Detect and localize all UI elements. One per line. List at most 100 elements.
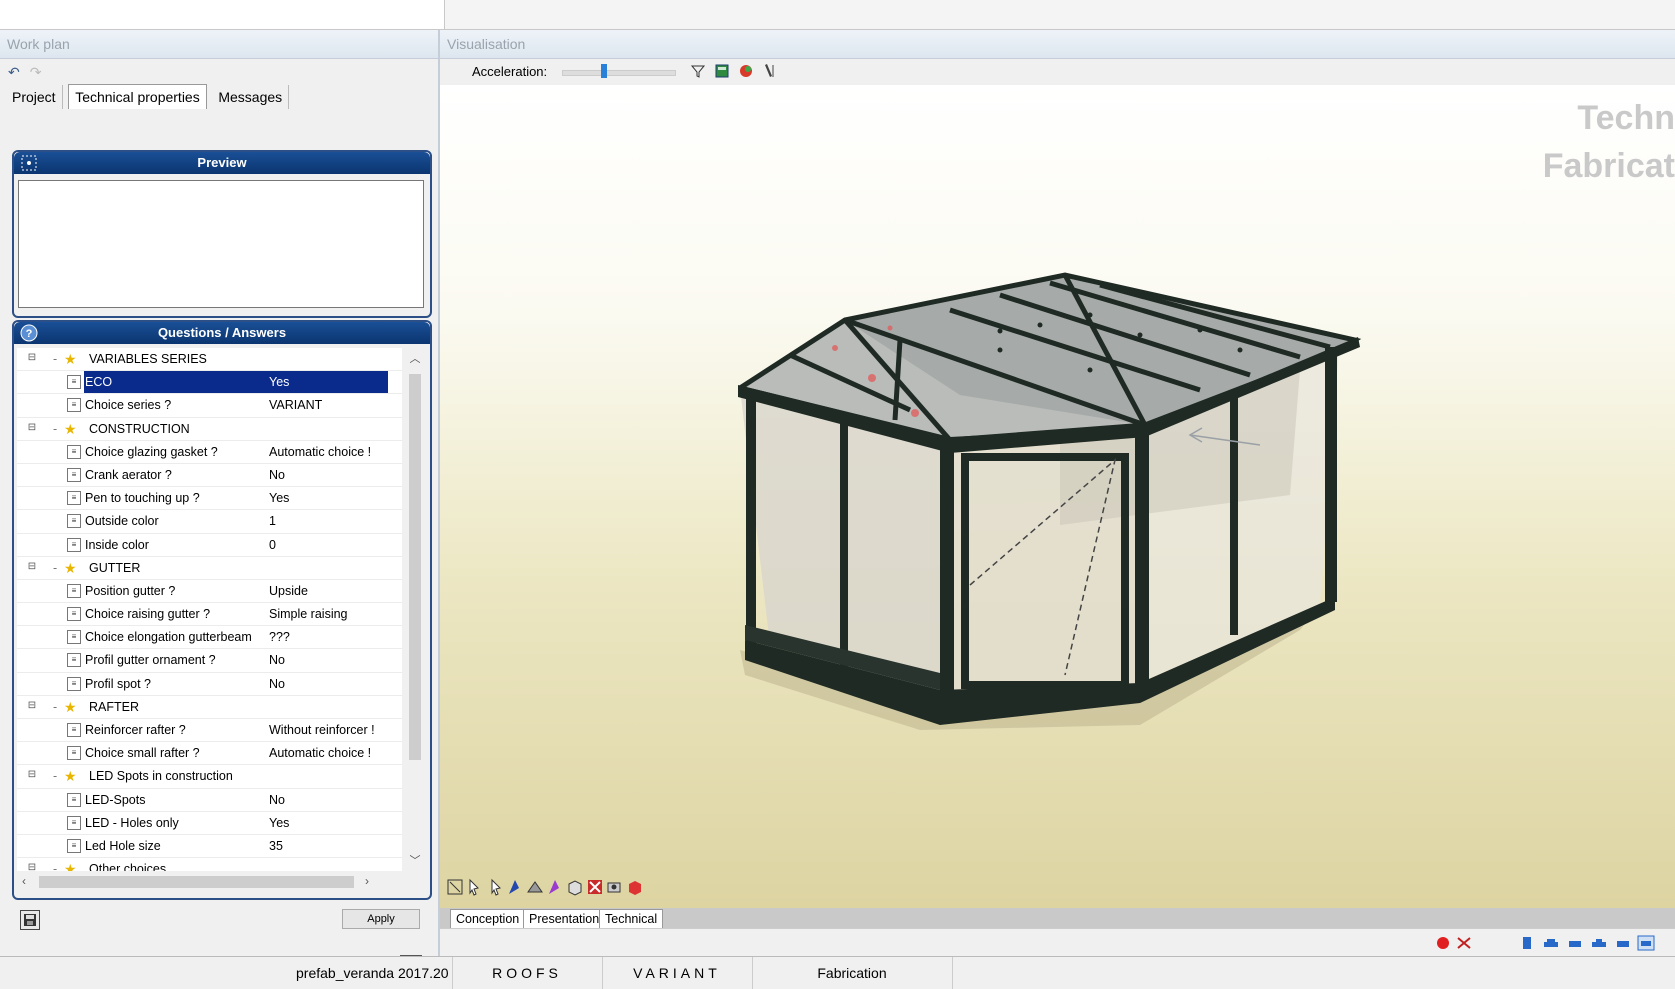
qa-question-row[interactable]: ≡ LED - Holes only Yes: [17, 812, 402, 835]
qa-answer-value[interactable]: VARIANT: [269, 394, 322, 416]
qa-answer-value[interactable]: Yes: [269, 371, 289, 393]
qa-question-row[interactable]: ≡ Choice series ? VARIANT: [17, 394, 402, 418]
measure-icon[interactable]: [762, 63, 778, 79]
preview-title: Preview: [197, 155, 247, 170]
qa-answer-value[interactable]: ???: [269, 626, 290, 648]
qa-answer-value[interactable]: No: [269, 649, 285, 671]
qa-question-row[interactable]: ≡ Position gutter ? Upside: [17, 580, 402, 604]
qa-question-row[interactable]: ≡ Choice raising gutter ? Simple raising: [17, 603, 402, 627]
qa-answer-value[interactable]: Simple raising: [269, 603, 348, 625]
qa-category-row[interactable]: ⊟ - ★ CONSTRUCTION: [17, 418, 402, 441]
collapse-icon[interactable]: ⊟: [27, 561, 37, 572]
star-icon: ★: [64, 559, 77, 576]
qa-question-row[interactable]: ≡ Pen to touching up ? Yes: [17, 487, 402, 511]
qa-category-row[interactable]: ⊟ - ★ VARIABLES SERIES: [17, 348, 402, 372]
tab-messages[interactable]: Messages: [212, 85, 290, 109]
qa-question-label: LED-Spots: [85, 792, 146, 807]
qa-question-row[interactable]: ≡ Crank aerator ? No: [17, 464, 402, 488]
record-icon[interactable]: [1435, 935, 1453, 951]
pointer-plus-icon[interactable]: [486, 878, 504, 896]
qa-question-row[interactable]: ≡ LED-Spots No: [17, 789, 402, 812]
tab-project[interactable]: Project: [6, 85, 63, 109]
3d-viewport[interactable]: Techn Fabricat: [440, 85, 1675, 908]
qa-question-row[interactable]: ≡ Choice glazing gasket ? Automatic choice…: [17, 441, 402, 464]
scroll-down-icon[interactable]: ﹀: [409, 852, 421, 868]
status-mode: Fabrication: [752, 957, 953, 989]
apply-button[interactable]: Apply: [342, 909, 420, 929]
stop-record-icon[interactable]: [1455, 935, 1473, 951]
qa-answer-value[interactable]: No: [269, 464, 285, 486]
veranda-3d-model: [738, 272, 1362, 730]
collapse-icon[interactable]: ⊟: [27, 770, 37, 780]
qa-question-row[interactable]: ≡ Choice small rafter ? Automatic choice !: [17, 742, 402, 766]
qa-category-label: CONSTRUCTION: [89, 421, 190, 436]
tab-presentation[interactable]: Presentation: [523, 909, 606, 929]
wall-tool-icon[interactable]: [526, 878, 544, 896]
camera-tool-icon[interactable]: [606, 878, 624, 896]
question-icon: ≡: [67, 630, 81, 645]
qa-question-row[interactable]: ≡ Reinforcer rafter ? Without reinforcer !: [17, 719, 402, 743]
tab-technical[interactable]: Technical: [599, 909, 664, 929]
qa-answer-value[interactable]: 0: [269, 534, 276, 556]
collapse-icon[interactable]: ⊟: [27, 422, 37, 433]
save-icon[interactable]: [20, 910, 40, 930]
pointer-icon[interactable]: [466, 878, 484, 896]
blue-tool-icon[interactable]: [506, 878, 524, 896]
qa-answer-value[interactable]: No: [269, 673, 285, 695]
qa-question-row[interactable]: ≡ ECO Yes: [17, 371, 402, 395]
view-car-1-icon[interactable]: [1542, 935, 1560, 951]
qa-answer-value[interactable]: Upside: [269, 580, 308, 602]
qa-answer-value[interactable]: 35: [269, 835, 283, 857]
redo-icon[interactable]: ↷: [30, 64, 42, 80]
qa-answer-value[interactable]: Without reinforcer !: [269, 719, 375, 741]
delete-tool-icon[interactable]: [586, 878, 604, 896]
qa-question-row[interactable]: ≡ Outside color 1: [17, 510, 402, 534]
box-tool-icon[interactable]: [566, 878, 584, 896]
qa-title: Questions / Answers: [157, 325, 287, 340]
red-block-icon[interactable]: [626, 878, 644, 896]
qa-answer-value[interactable]: 1: [269, 510, 276, 532]
qa-category-row[interactable]: ⊟ - ★ RAFTER: [17, 696, 402, 719]
scroll-up-icon[interactable]: ︿: [409, 350, 421, 366]
qa-answer-value[interactable]: Automatic choice !: [269, 441, 371, 463]
collapse-icon[interactable]: ⊟: [27, 863, 37, 871]
qa-question-label: ECO: [84, 371, 388, 394]
qa-question-row[interactable]: ≡ Led Hole size 35: [17, 835, 402, 859]
filter-icon[interactable]: [690, 63, 706, 79]
calculator-icon[interactable]: [714, 63, 730, 79]
scroll-right-icon[interactable]: ›: [365, 874, 369, 888]
tab-conception[interactable]: Conception: [450, 909, 526, 929]
qa-answer-value[interactable]: Yes: [269, 812, 289, 834]
qa-question-row[interactable]: ≡ Profil gutter ornament ? No: [17, 649, 402, 673]
acceleration-slider-handle[interactable]: [601, 64, 608, 78]
render-icon[interactable]: [738, 63, 754, 79]
hscroll-thumb[interactable]: [39, 876, 354, 888]
qa-question-row[interactable]: ≡ Profil spot ? No: [17, 673, 402, 696]
scroll-left-icon[interactable]: ‹: [22, 874, 26, 888]
view-car-3-icon[interactable]: [1590, 935, 1608, 951]
qa-vertical-scrollbar[interactable]: ︿ ﹀: [406, 348, 424, 871]
qa-category-row[interactable]: ⊟ - ★ GUTTER: [17, 557, 402, 580]
qa-answer-value[interactable]: No: [269, 789, 285, 811]
undo-icon[interactable]: ↶: [8, 64, 20, 80]
view-car-4-icon[interactable]: [1614, 935, 1632, 951]
qa-category-row[interactable]: ⊟ - ★ Other choices: [17, 858, 402, 871]
select-frame-icon[interactable]: [446, 878, 464, 896]
view-car-2-icon[interactable]: [1566, 935, 1584, 951]
scroll-thumb[interactable]: [409, 374, 421, 760]
view-rotate-icon[interactable]: [1637, 935, 1655, 951]
question-icon: ≡: [67, 375, 81, 390]
qa-answer-value[interactable]: Yes: [269, 487, 289, 509]
qa-question-row[interactable]: ≡ Inside color 0: [17, 534, 402, 557]
view-front-icon[interactable]: [1518, 935, 1536, 951]
qa-question-label: Pen to touching up ?: [85, 491, 200, 506]
collapse-icon[interactable]: ⊟: [27, 700, 37, 711]
qa-question-row[interactable]: ≡ Choice elongation gutterbeam???: [17, 626, 402, 650]
collapse-icon[interactable]: ⊟: [27, 353, 37, 363]
qa-category-row[interactable]: ⊟ - ★ LED Spots in construction: [17, 765, 402, 789]
qa-horizontal-scrollbar[interactable]: ‹ ›: [17, 873, 402, 891]
acceleration-slider[interactable]: [562, 70, 676, 76]
tab-technical-properties[interactable]: Technical properties: [68, 84, 207, 109]
purple-tool-icon[interactable]: [546, 878, 564, 896]
qa-answer-value[interactable]: Automatic choice !: [269, 742, 371, 764]
